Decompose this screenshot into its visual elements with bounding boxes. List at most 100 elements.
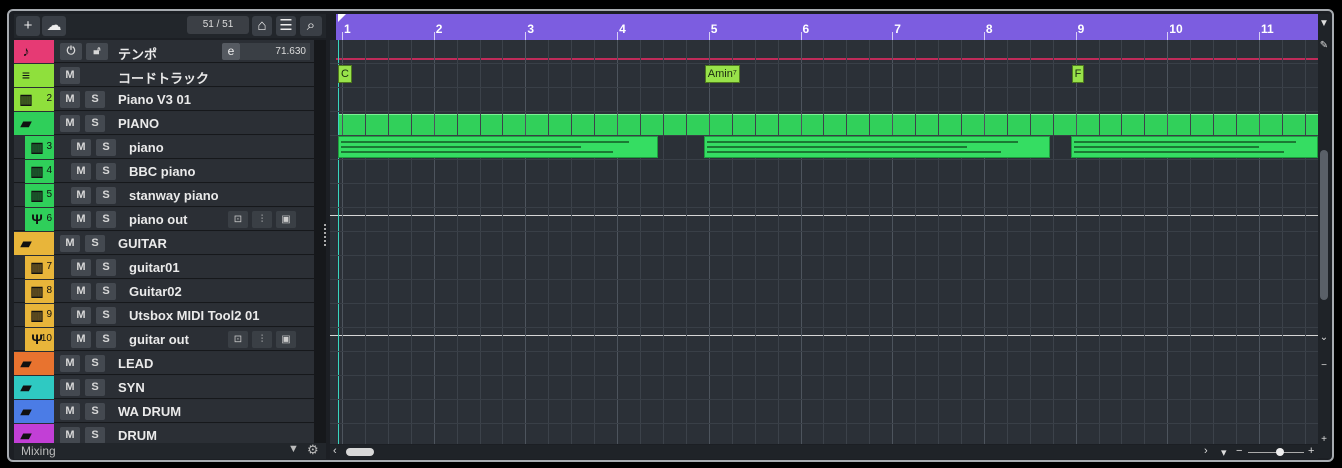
- list-icon[interactable]: ☰: [276, 16, 296, 36]
- solo-button[interactable]: S: [85, 235, 105, 252]
- search-icon[interactable]: ⌕: [300, 16, 322, 36]
- track-color-icon[interactable]: ≡: [14, 64, 54, 87]
- track-folder[interactable]: ▰ M S LEAD: [14, 352, 314, 375]
- horizontal-scrollbar[interactable]: ‹ ›: [330, 445, 1318, 459]
- scroll-thumb[interactable]: [1320, 150, 1328, 300]
- track-color-icon[interactable]: ▰: [14, 112, 54, 135]
- mute-button[interactable]: M: [71, 331, 91, 348]
- track-tempo[interactable]: ♪ ⏻ 🔓︎ e 71.630 テンポ: [14, 40, 314, 63]
- zoom-out-vertical-icon[interactable]: −: [1319, 360, 1329, 372]
- track-color-icon[interactable]: ▰: [14, 232, 54, 255]
- solo-button[interactable]: S: [96, 211, 116, 228]
- track-color-icon[interactable]: ▰: [14, 424, 54, 444]
- mute-button[interactable]: M: [71, 187, 91, 204]
- zoom-out-icon[interactable]: −: [1236, 445, 1242, 457]
- track-chord[interactable]: ≡ M コードトラック: [14, 64, 314, 87]
- mute-button[interactable]: M: [71, 307, 91, 324]
- track-folder[interactable]: ▰ M S WA DRUM: [14, 400, 314, 423]
- track-inst[interactable]: ▥ 7 M Sguitar01: [14, 256, 314, 279]
- mute-button[interactable]: M: [60, 427, 80, 444]
- track-color-icon[interactable]: ▥ 3: [25, 136, 54, 159]
- insert-icon[interactable]: ⊡: [228, 331, 248, 348]
- solo-button[interactable]: S: [85, 379, 105, 396]
- track-inst[interactable]: ▥ 4 M S BBC piano: [14, 160, 314, 183]
- track-folder[interactable]: ▰ M S SYN: [14, 376, 314, 399]
- track-folder[interactable]: ▰ M S PIANO: [14, 112, 314, 135]
- solo-button[interactable]: S: [96, 283, 116, 300]
- solo-button[interactable]: S: [96, 331, 116, 348]
- track-out[interactable]: Ψ 10 M Sguitar out ⊡ ⫶ ▣: [14, 328, 314, 351]
- track-folder[interactable]: ▰ M S DRUM: [14, 424, 314, 444]
- solo-button[interactable]: S: [96, 187, 116, 204]
- midi-part[interactable]: [338, 136, 658, 158]
- track-color-icon[interactable]: Ψ 10: [25, 328, 54, 351]
- piano-folder-part[interactable]: [338, 114, 1318, 135]
- edit-icon[interactable]: ✎: [1319, 40, 1329, 52]
- track-color-icon[interactable]: ▥ 2: [14, 88, 54, 111]
- track-color-icon[interactable]: ▥ 7: [25, 256, 54, 279]
- solo-button[interactable]: S: [96, 259, 116, 276]
- track-color-icon[interactable]: ♪: [14, 40, 54, 63]
- track-color-icon[interactable]: Ψ6: [25, 208, 54, 231]
- tempo-edit-button[interactable]: e: [222, 43, 240, 60]
- mute-button[interactable]: M: [60, 91, 80, 108]
- zoom-preset-icon[interactable]: ▾: [1221, 446, 1227, 459]
- solo-button[interactable]: S: [96, 163, 116, 180]
- settings-gear-icon[interactable]: ⚙: [307, 442, 319, 458]
- horizontal-scroll-thumb[interactable]: [346, 448, 374, 456]
- eq-icon[interactable]: ⫶: [252, 331, 272, 348]
- mute-button[interactable]: M: [71, 139, 91, 156]
- tempo-curve[interactable]: [336, 58, 1318, 60]
- horizontal-zoom[interactable]: ▾ − +: [1221, 445, 1318, 459]
- track-inst[interactable]: ▥ 9 M S Utsbox MIDI Tool2 01: [14, 304, 314, 327]
- track-folder[interactable]: ▰ M S GUITAR: [14, 232, 314, 255]
- solo-button[interactable]: S: [96, 307, 116, 324]
- solo-button[interactable]: S: [85, 91, 105, 108]
- zoom-in-icon[interactable]: +: [1308, 445, 1314, 457]
- monitor-icon[interactable]: ▣: [276, 331, 296, 348]
- chord-event[interactable]: C: [338, 65, 352, 83]
- monitor-icon[interactable]: ▣: [276, 211, 296, 228]
- track-color-icon[interactable]: ▥ 8: [25, 280, 54, 303]
- add-track-button[interactable]: +: [16, 16, 40, 36]
- vertical-scrollbar[interactable]: ▼ ✎ ⌄ − +: [1318, 14, 1330, 458]
- mute-button[interactable]: M: [60, 235, 80, 252]
- zoom-in-vertical-icon[interactable]: +: [1319, 434, 1329, 446]
- mute-button[interactable]: M: [71, 283, 91, 300]
- add-folder-icon[interactable]: ☁: [42, 16, 66, 36]
- track-color-icon[interactable]: ▰: [14, 376, 54, 399]
- mute-button[interactable]: M: [60, 67, 80, 84]
- mute-button[interactable]: M: [60, 379, 80, 396]
- timeline-ruler[interactable]: 1 2 3 4 5 6 7 8 9 10 11: [336, 14, 1318, 40]
- solo-button[interactable]: S: [85, 115, 105, 132]
- scroll-down-icon[interactable]: ⌄: [1319, 332, 1329, 344]
- scroll-left-icon[interactable]: ‹: [333, 445, 337, 457]
- track-inst[interactable]: ▥ 5 M Sstanway piano: [14, 184, 314, 207]
- solo-button[interactable]: S: [85, 355, 105, 372]
- track-out[interactable]: Ψ 6 M Spiano out ⊡ ⫶ ▣: [14, 208, 314, 231]
- chord-event[interactable]: F: [1071, 65, 1085, 83]
- mute-button[interactable]: M: [60, 355, 80, 372]
- midi-part[interactable]: [704, 136, 1050, 158]
- midi-part[interactable]: [1071, 136, 1318, 158]
- chord-event[interactable]: Amin⁷: [704, 65, 740, 83]
- track-color-icon[interactable]: ▥ 5: [25, 184, 54, 207]
- solo-button[interactable]: S: [85, 427, 105, 444]
- track-inst[interactable]: ▥ 2 M S Piano V3 01: [14, 88, 314, 111]
- scroll-up-icon[interactable]: ▼: [1319, 18, 1329, 30]
- mute-button[interactable]: M: [71, 163, 91, 180]
- track-color-icon[interactable]: ▥ 9: [25, 304, 54, 327]
- mute-button[interactable]: M: [71, 259, 91, 276]
- solo-button[interactable]: S: [96, 139, 116, 156]
- locator-flag-icon[interactable]: [338, 14, 346, 22]
- eq-icon[interactable]: ⫶: [252, 211, 272, 228]
- solo-button[interactable]: S: [85, 403, 105, 420]
- lock-icon[interactable]: 🔓︎: [86, 43, 108, 60]
- project-cursor[interactable]: [338, 40, 339, 444]
- track-color-icon[interactable]: ▥ 4: [25, 160, 54, 183]
- home-icon[interactable]: ⌂: [252, 16, 272, 36]
- track-inst[interactable]: ▥ 3 M Spiano: [14, 136, 314, 159]
- tempo-activate-button[interactable]: ⏻: [60, 43, 82, 60]
- mute-button[interactable]: M: [60, 115, 80, 132]
- mute-button[interactable]: M: [71, 211, 91, 228]
